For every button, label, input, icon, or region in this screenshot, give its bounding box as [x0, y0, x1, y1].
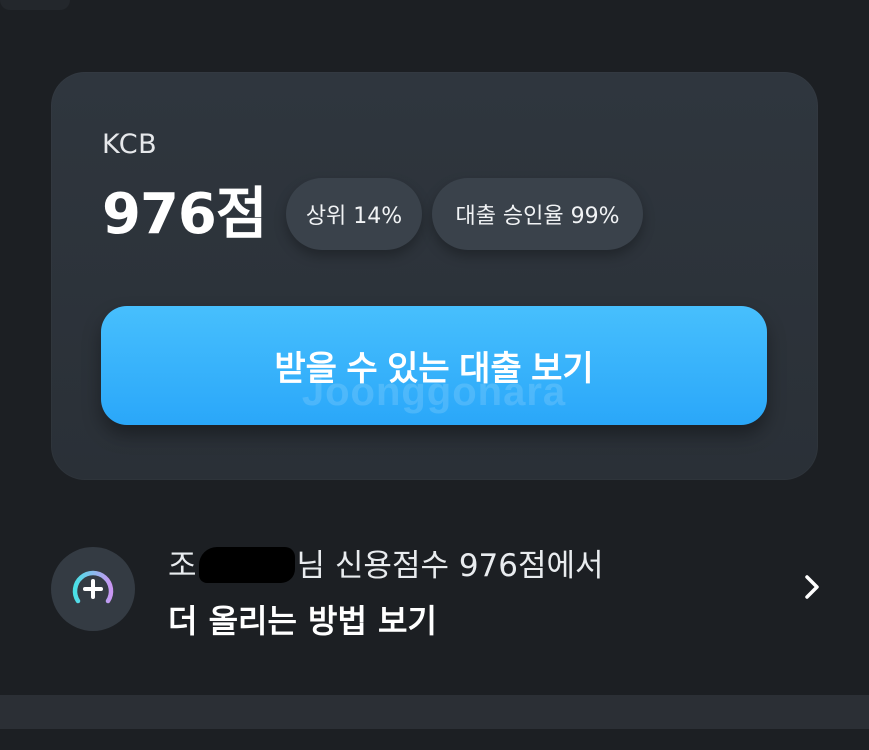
score-boost-icon	[51, 547, 135, 631]
tip-subtitle-prefix: 조	[168, 548, 197, 584]
tip-subtitle: 조 님 신용점수 976점에서	[168, 540, 604, 585]
credit-score-screen: KCB 976점 상위 14% 대출 승인율 99% Joonggonara 받…	[0, 0, 869, 750]
credit-bureau-label: KCB	[102, 129, 158, 160]
loan-approval-badge: 대출 승인율 99%	[432, 178, 643, 250]
score-boost-plus-icon	[72, 570, 114, 604]
redacted-name	[198, 547, 295, 583]
raise-score-tip-row[interactable]: 조 님 신용점수 976점에서 더 올리는 방법 보기	[0, 520, 869, 670]
section-divider	[0, 695, 869, 729]
next-section-edge	[0, 729, 869, 750]
chevron-right-icon	[805, 575, 819, 599]
tip-title: 더 올리는 방법 보기	[168, 602, 437, 640]
rank-badge-label: 상위 14%	[305, 204, 403, 229]
view-available-loans-label: 받을 수 있는 대출 보기	[274, 350, 594, 388]
credit-score-card: KCB 976점 상위 14% 대출 승인율 99% Joonggonara 받…	[51, 72, 818, 480]
tip-subtitle-suffix: 님 신용점수 976점에서	[296, 548, 604, 584]
view-available-loans-button[interactable]: Joonggonara 받을 수 있는 대출 보기	[101, 306, 767, 425]
credit-score-value: 976점	[102, 182, 267, 247]
previous-section-edge	[0, 0, 70, 10]
loan-approval-badge-label: 대출 승인율 99%	[455, 204, 620, 229]
rank-badge: 상위 14%	[286, 178, 422, 250]
